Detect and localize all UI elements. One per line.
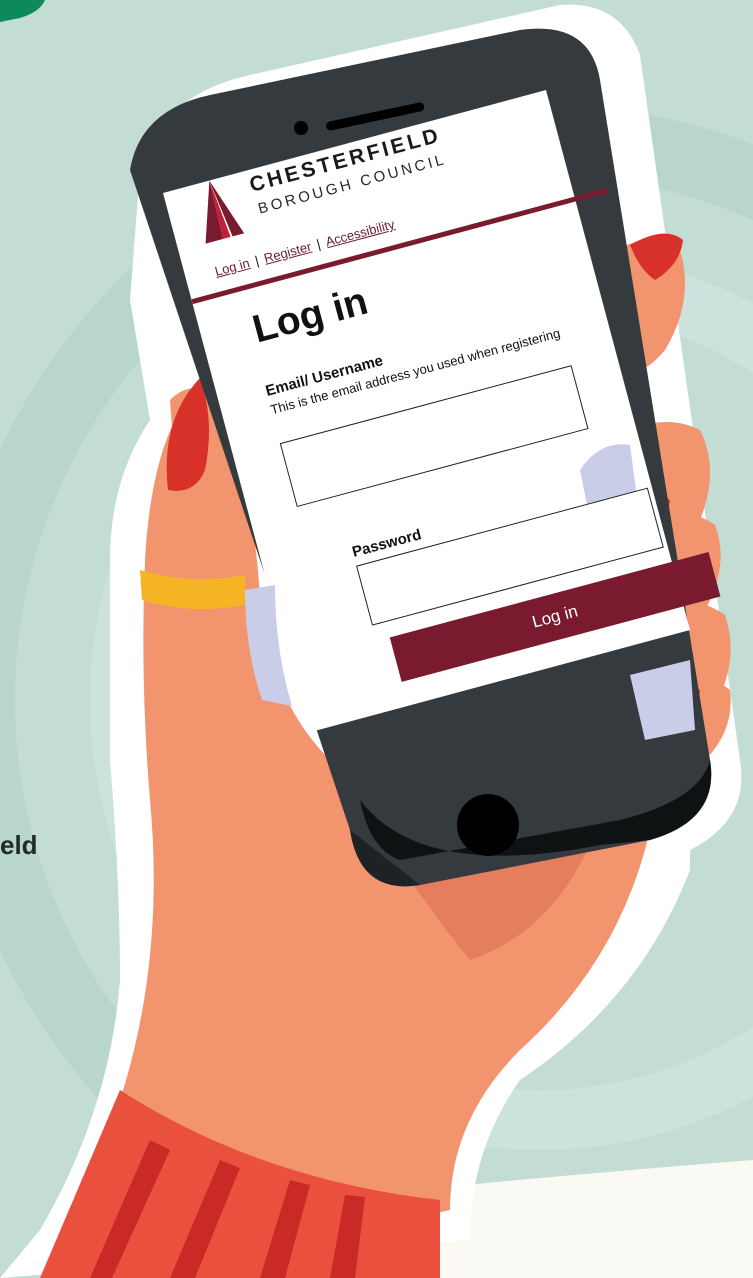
nav-separator: | — [253, 252, 261, 269]
header-divider — [191, 187, 609, 305]
home-button — [457, 794, 519, 856]
corner-accent — [0, 0, 45, 22]
nav-accessibility-link[interactable]: Accessibility — [324, 216, 396, 249]
nav-register-link[interactable]: Register — [262, 239, 313, 266]
council-logo-icon — [205, 180, 245, 244]
partial-heading: eld — [0, 830, 38, 860]
nav-separator: | — [314, 236, 323, 252]
illustration-scene: CHESTERFIELD BOROUGH COUNCIL Log in | Regi… — [0, 0, 753, 1278]
nav-login-link[interactable]: Log in — [213, 255, 251, 279]
page-title: Log in — [248, 279, 373, 352]
